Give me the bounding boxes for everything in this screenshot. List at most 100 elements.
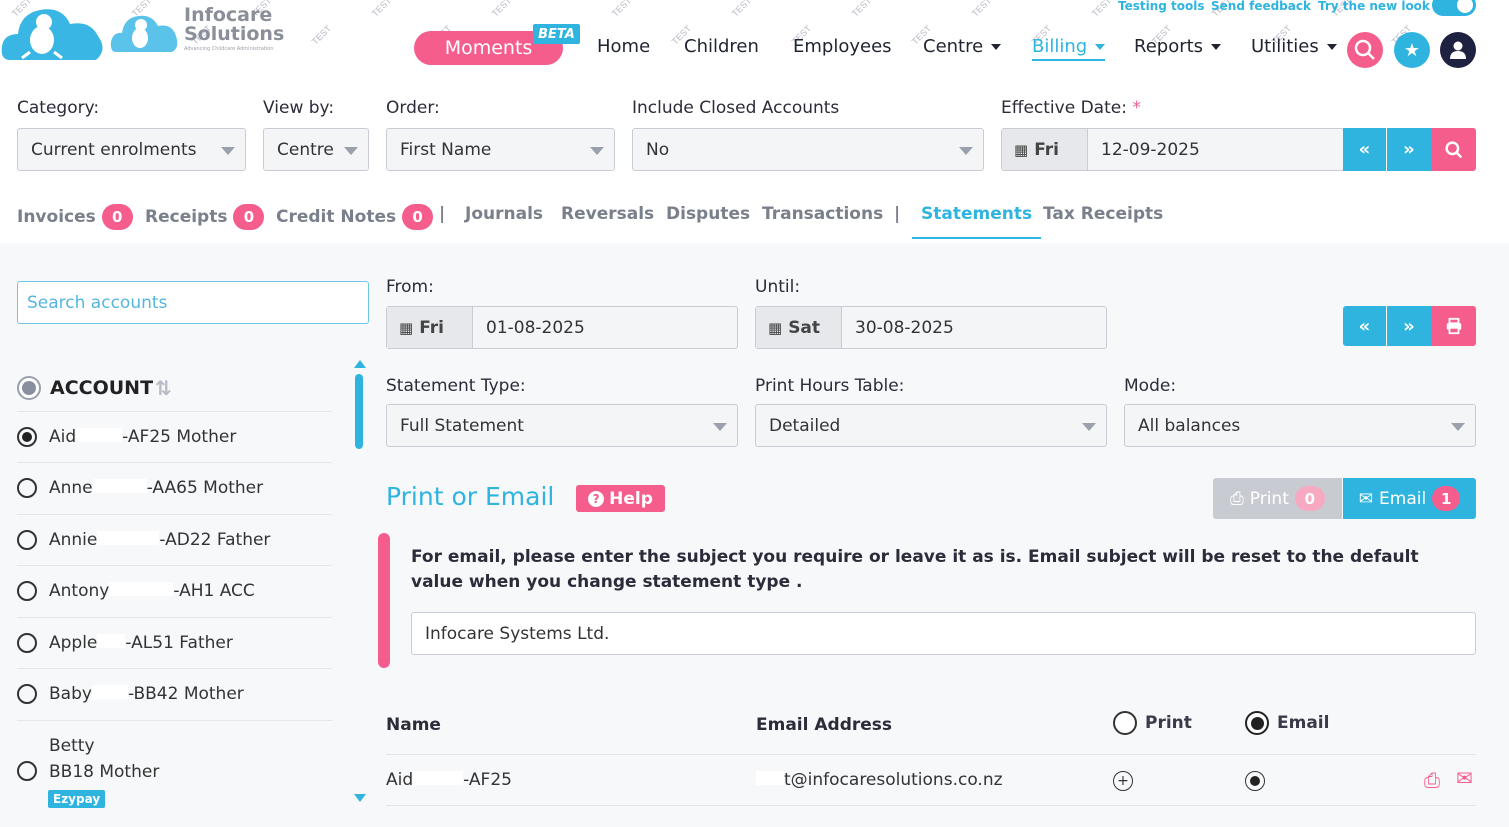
- sort-icon[interactable]: ⇅: [155, 376, 172, 400]
- range-next-button[interactable]: »: [1387, 306, 1431, 346]
- account-radio[interactable]: [17, 633, 37, 653]
- account-radio[interactable]: [17, 478, 37, 498]
- accounts-header[interactable]: ACCOUNT ⇅: [17, 366, 332, 410]
- account-rest-name: BB18 Mother: [49, 762, 160, 782]
- profile-button[interactable]: [1440, 32, 1476, 68]
- receipts-count-badge: 0: [233, 204, 265, 230]
- mode-label: Mode:: [1124, 376, 1177, 396]
- account-list-item[interactable]: Antony -AH1 ACC: [17, 565, 332, 616]
- statement-type-select[interactable]: Full Statement: [386, 404, 738, 447]
- tab-invoices[interactable]: Invoices 0: [17, 204, 133, 230]
- favourites-button[interactable]: ★: [1394, 32, 1430, 68]
- closed-accounts-select[interactable]: No: [632, 128, 984, 171]
- category-label: Category:: [17, 98, 100, 118]
- viewby-value: Centre: [277, 139, 334, 160]
- viewby-select[interactable]: Centre: [263, 128, 369, 171]
- search-accounts-input[interactable]: Search accounts: [17, 281, 369, 324]
- chevron-down-icon: [1211, 43, 1222, 50]
- until-day-addon: ▦ Sat: [756, 307, 842, 348]
- tab-reversals-label: Reversals: [561, 204, 655, 224]
- scroll-down-icon[interactable]: [354, 794, 366, 802]
- effective-date-value: 12-09-2025: [1101, 139, 1200, 160]
- scroll-thumb[interactable]: [355, 374, 363, 449]
- row-email-radio[interactable]: [1245, 771, 1265, 791]
- row-name-first: Aid: [386, 770, 414, 790]
- scroll-up-icon[interactable]: [354, 360, 366, 368]
- order-select[interactable]: First Name: [386, 128, 615, 171]
- from-day: Fri: [419, 317, 444, 338]
- row-envelope-icon[interactable]: ✉: [1456, 766, 1473, 790]
- account-list-item[interactable]: Annie -AD22 Father: [17, 514, 332, 565]
- account-list-item[interactable]: Betty BB18 Mother Ezypay: [17, 720, 332, 812]
- effective-search-button[interactable]: [1431, 128, 1476, 171]
- account-radio[interactable]: [17, 427, 37, 447]
- nav-home-label: Home: [597, 36, 651, 57]
- envelope-icon: ✉: [1358, 488, 1374, 509]
- nav-centre[interactable]: Centre: [923, 36, 1002, 57]
- account-radio[interactable]: [17, 581, 37, 601]
- redacted-block: [97, 531, 160, 545]
- category-select[interactable]: Current enrolments: [17, 128, 246, 171]
- search-button[interactable]: [1347, 32, 1383, 68]
- row-print-radio[interactable]: +: [1113, 771, 1133, 791]
- testing-tools-link[interactable]: Testing tools: [1118, 0, 1205, 13]
- tab-statements[interactable]: Statements: [912, 204, 1042, 239]
- email-all-button[interactable]: ✉ Email 1: [1343, 478, 1476, 519]
- effective-prev-button[interactable]: «: [1343, 128, 1387, 171]
- nav-home[interactable]: Home: [597, 36, 650, 57]
- account-radio[interactable]: [17, 530, 37, 550]
- logo[interactable]: Infocare Solutions Advancing Childcare A…: [0, 0, 284, 70]
- tab-tax-receipts[interactable]: Tax Receipts: [1043, 204, 1163, 224]
- col-name-header: Name: [386, 715, 441, 735]
- tab-credit-notes[interactable]: Credit Notes 0: [276, 204, 434, 230]
- chevron-down-icon: [344, 147, 358, 155]
- account-list-item[interactable]: Apple -AL51 Father: [17, 617, 332, 668]
- account-radio[interactable]: [17, 684, 37, 704]
- nav-utilities[interactable]: Utilities: [1251, 36, 1337, 57]
- nav-children[interactable]: Children: [684, 36, 759, 57]
- email-all-radio[interactable]: Email: [1245, 711, 1329, 735]
- until-date-input[interactable]: ▦ Sat 30-08-2025: [755, 306, 1107, 349]
- until-date-value: 30-08-2025: [855, 317, 954, 338]
- tab-disputes[interactable]: Disputes: [666, 204, 750, 224]
- nav-reports[interactable]: Reports: [1134, 36, 1222, 57]
- account-radio[interactable]: [17, 761, 37, 781]
- range-print-button[interactable]: [1431, 306, 1476, 346]
- email-subject-input[interactable]: Infocare Systems Ltd.: [411, 612, 1476, 655]
- select-all-radio[interactable]: [17, 376, 41, 400]
- help-button[interactable]: ? Help: [576, 485, 665, 512]
- mode-select[interactable]: All balances: [1124, 404, 1476, 447]
- print-all-button[interactable]: ⎙ Print 0: [1213, 478, 1342, 519]
- account-list-item[interactable]: Anne -AA65 Mother: [17, 462, 332, 513]
- col-email-header: Email Address: [756, 715, 893, 735]
- account-rest-name: -AH1 ACC: [173, 581, 255, 601]
- accounts-scrollbar[interactable]: [353, 360, 367, 805]
- nav-employees[interactable]: Employees: [793, 36, 892, 57]
- tab-reversals[interactable]: Reversals: [561, 204, 654, 224]
- account-first-name: Antony: [49, 581, 110, 601]
- new-look-link[interactable]: Try the new look: [1318, 0, 1430, 13]
- nav-billing[interactable]: Billing: [1032, 36, 1106, 61]
- hours-table-select[interactable]: Detailed: [755, 404, 1107, 447]
- account-list-item[interactable]: Baby -BB42 Mother: [17, 668, 332, 719]
- until-day: Sat: [788, 317, 821, 338]
- new-look-toggle[interactable]: [1432, 0, 1476, 16]
- range-prev-button[interactable]: «: [1343, 306, 1387, 346]
- required-mark: *: [1132, 98, 1141, 118]
- help-label: Help: [609, 488, 653, 509]
- effective-next-button[interactable]: »: [1387, 128, 1431, 171]
- tab-journals[interactable]: Journals: [465, 204, 543, 224]
- tab-tax-receipts-label: Tax Receipts: [1043, 204, 1164, 224]
- send-feedback-link[interactable]: Send feedback: [1211, 0, 1311, 13]
- email-radio-circle: [1245, 711, 1269, 735]
- print-all-radio[interactable]: Print: [1113, 711, 1192, 735]
- from-date-input[interactable]: ▦ Fri 01-08-2025: [386, 306, 738, 349]
- tab-receipts[interactable]: Receipts 0: [145, 204, 265, 230]
- row-printer-icon[interactable]: ⎙: [1424, 768, 1440, 792]
- tab-invoices-label: Invoices: [17, 207, 96, 227]
- nav-billing-label: Billing: [1032, 36, 1088, 57]
- tab-transactions[interactable]: Transactions: [762, 204, 883, 224]
- tab-separator: |: [439, 204, 446, 224]
- account-list-item[interactable]: Aid -AF25 Mother: [17, 411, 332, 462]
- effective-date-input[interactable]: ▦ Fri 12-09-2025: [1001, 128, 1344, 171]
